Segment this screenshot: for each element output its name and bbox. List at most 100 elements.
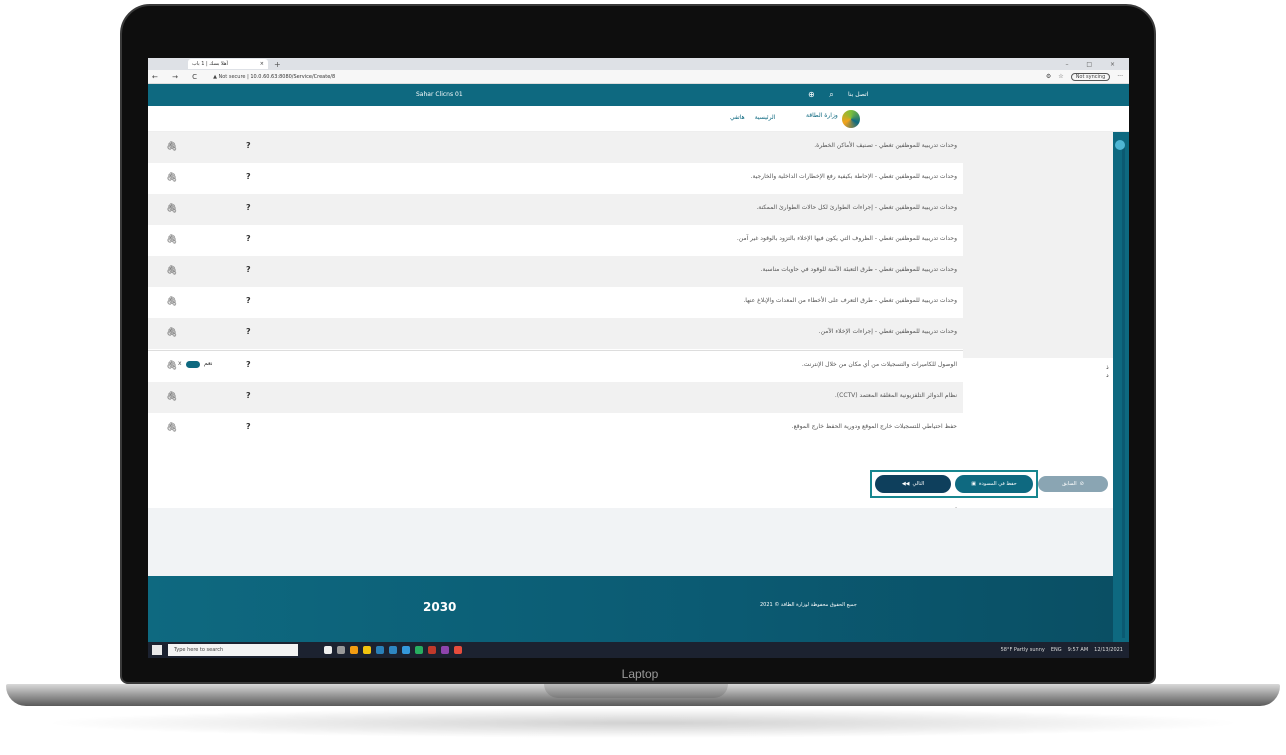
attachment-icon[interactable]: 🖇	[166, 328, 177, 338]
ministry-logo[interactable]	[842, 110, 860, 128]
next-icon: ◀◀	[901, 481, 910, 487]
windows-start-icon[interactable]	[152, 645, 162, 655]
copyright-text: جميع الحقوق محفوظة لوزارة الطاقة © 2021	[760, 602, 857, 608]
browser-actions: ⚙ ☆ Not syncing ···	[1046, 72, 1123, 81]
attachment-icon[interactable]: 🖇	[166, 423, 177, 433]
save-draft-button[interactable]: ▣ حفظ في المسودة	[955, 475, 1033, 493]
help-icon[interactable]: ?	[246, 360, 251, 369]
help-icon[interactable]: ?	[246, 265, 251, 274]
help-icon[interactable]: ?	[246, 203, 251, 212]
search-placeholder: Type here to search	[174, 647, 224, 653]
previous-button[interactable]: السابق ⊘	[1038, 476, 1108, 492]
row-text: وحدات تدريبية للموظفين تغطي - إجراءات ال…	[756, 204, 957, 211]
user-menu[interactable]: Sahar Clicns 01	[416, 91, 463, 98]
more-icon[interactable]: ···	[1117, 73, 1123, 80]
attachment-icon[interactable]: 🖇	[166, 361, 177, 371]
nav-buttons[interactable]: ← → C	[152, 73, 203, 81]
help-icon[interactable]: ?	[246, 172, 251, 181]
whatsapp-icon[interactable]	[415, 646, 423, 654]
next-label: التالي	[912, 481, 925, 487]
edge-icon[interactable]	[402, 646, 410, 654]
url-field[interactable]: ▲ Not secure | 10.0.60.63:8080/Service/C…	[213, 74, 335, 80]
help-icon[interactable]: ?	[246, 141, 251, 150]
row-text: وحدات تدريبية للموظفين تغطي - طرق التعرف…	[743, 297, 957, 304]
outlook-icon[interactable]	[376, 646, 384, 654]
scrollbar-track[interactable]	[1122, 148, 1125, 638]
weather-widget[interactable]: 58°F Partly sunny	[1001, 647, 1045, 653]
new-tab-icon[interactable]: +	[274, 60, 281, 69]
next-button[interactable]: ◀◀ التالي	[875, 475, 951, 493]
menu-item-my-tasks[interactable]: هاتفي	[730, 114, 745, 121]
taskbar-search[interactable]: Type here to search	[168, 644, 298, 656]
previous-icon: ⊘	[1079, 481, 1084, 487]
close-icon[interactable]: ×	[260, 61, 264, 67]
page-scrollbar[interactable]	[1113, 132, 1129, 642]
row-text: وحدات تدريبية للموظفين تغطي - الظروف الت…	[736, 235, 957, 242]
table-row: 🖇 ? وحدات تدريبية للموظفين تغطي - تصنيف …	[148, 132, 963, 163]
row-text: الوصول للكاميرات والتسجيلات من أي مكان م…	[801, 361, 957, 368]
table-row: 🖇 ? وحدات تدريبية للموظفين تغطي - إجراءا…	[148, 318, 963, 349]
previous-label: السابق	[1062, 481, 1077, 487]
word-icon[interactable]	[389, 646, 397, 654]
browser-tabbar: أهلا بسك | 1 باب × + – □ ×	[148, 58, 1129, 70]
acrobat-icon[interactable]	[454, 646, 462, 654]
system-tray: 58°F Partly sunny ENG 9:57 AM 12/13/2021	[1001, 647, 1123, 653]
save-icon: ▣	[971, 481, 976, 487]
attachment-icon[interactable]: 🖇	[166, 392, 177, 402]
attachment-icon[interactable]: 🖇	[166, 204, 177, 214]
attachment-icon[interactable]: 🖇	[166, 235, 177, 245]
language-indicator[interactable]: ENG	[1051, 647, 1062, 653]
checklist-content: 🖇 ? وحدات تدريبية للموظفين تغطي - تصنيف …	[148, 132, 1113, 508]
toggle-mark: x	[178, 360, 182, 367]
profile-button[interactable]: Not syncing	[1070, 72, 1111, 81]
browser-tab[interactable]: أهلا بسك | 1 باب ×	[188, 59, 268, 69]
toggle-label: نعم	[204, 360, 213, 367]
attachment-icon[interactable]: 🖇	[166, 173, 177, 183]
scrollbar-thumb[interactable]	[1115, 140, 1125, 150]
tab-title: أهلا بسك | 1 باب	[192, 61, 228, 67]
address-bar: ← → C ▲ Not secure | 10.0.60.63:8080/Ser…	[148, 70, 1129, 84]
window-controls[interactable]: – □ ×	[1065, 61, 1123, 68]
side-marks: ذ د	[1106, 364, 1109, 379]
url-text: 10.0.60.63:8080/Service/Create/8	[250, 73, 336, 80]
not-secure-icon: ▲ Not secure	[213, 73, 246, 80]
table-row: 🖇 ? وحدات تدريبية للموظفين تغطي - الإحاط…	[148, 163, 963, 194]
gray-band	[148, 508, 1113, 576]
site-topbar: Sahar Clicns 01 ⊕ ⌕ اتصل بنا	[148, 84, 1129, 106]
table-row: 🖇 ? وحدات تدريبية للموظفين تغطي - طرق ال…	[148, 256, 963, 287]
chrome-icon[interactable]	[350, 646, 358, 654]
help-icon[interactable]: ?	[246, 327, 251, 336]
clock-time[interactable]: 9:57 AM	[1068, 647, 1089, 653]
contact-link[interactable]: اتصل بنا	[848, 91, 868, 98]
help-icon[interactable]: ?	[246, 391, 251, 400]
attachment-icon[interactable]: 🖇	[166, 297, 177, 307]
row-text: وحدات تدريبية للموظفين تغطي - الإحاطة بك…	[750, 173, 957, 180]
table-row: 🖇 ? وحدات تدريبية للموظفين تغطي - طرق ال…	[148, 287, 963, 318]
main-menu: هاتفي الرئيسية	[730, 114, 775, 121]
row-text: حفظ احتياطي للتسجيلات خارج الموقع ودورية…	[791, 423, 957, 430]
extensions-icon[interactable]: ⚙	[1046, 73, 1051, 80]
task-view-icon[interactable]	[337, 646, 345, 654]
taskbar-apps	[324, 646, 462, 654]
menu-item-home[interactable]: الرئيسية	[755, 114, 776, 121]
clock-date[interactable]: 12/13/2021	[1094, 647, 1123, 653]
attachment-icon[interactable]: 🖇	[166, 142, 177, 152]
row-text: وحدات تدريبية للموظفين تغطي - تصنيف الأم…	[814, 142, 957, 149]
row-text: نظام الدوائر التلفزيونية المغلقة المعتمد…	[834, 392, 957, 399]
search-icon[interactable]: ⊕ ⌕	[808, 90, 840, 100]
powerpoint-icon[interactable]	[428, 646, 436, 654]
attachment-icon[interactable]: 🖇	[166, 266, 177, 276]
illustrator-icon[interactable]	[441, 646, 449, 654]
folder-icon[interactable]	[363, 646, 371, 654]
laptop-label: Laptop	[621, 667, 659, 681]
table-row: 🖇 ? نظام الدوائر التلفزيونية المغلقة الم…	[148, 382, 963, 413]
yes-no-toggle[interactable]	[186, 361, 200, 368]
favorites-icon[interactable]: ☆	[1058, 73, 1063, 80]
table-row: 🖇 ? وحدات تدريبية للموظفين تغطي - الظروف…	[148, 225, 963, 256]
windows-taskbar: Type here to search 58°F Partly sunny EN…	[148, 642, 1129, 658]
help-icon[interactable]: ?	[246, 296, 251, 305]
cortana-icon[interactable]	[324, 646, 332, 654]
table-row: 🖇 ? وحدات تدريبية للموظفين تغطي - إجراءا…	[148, 194, 963, 225]
help-icon[interactable]: ?	[246, 422, 251, 431]
help-icon[interactable]: ?	[246, 234, 251, 243]
